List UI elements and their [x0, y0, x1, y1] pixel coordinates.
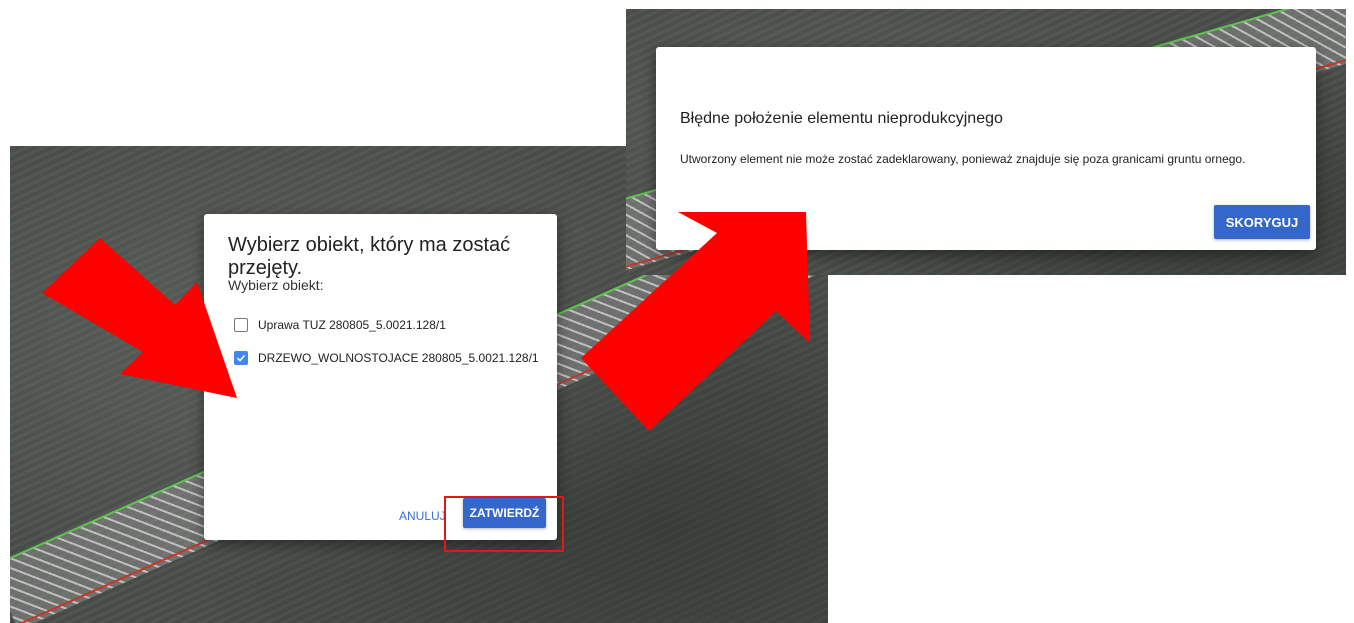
red-arrow-left-icon — [42, 212, 810, 431]
